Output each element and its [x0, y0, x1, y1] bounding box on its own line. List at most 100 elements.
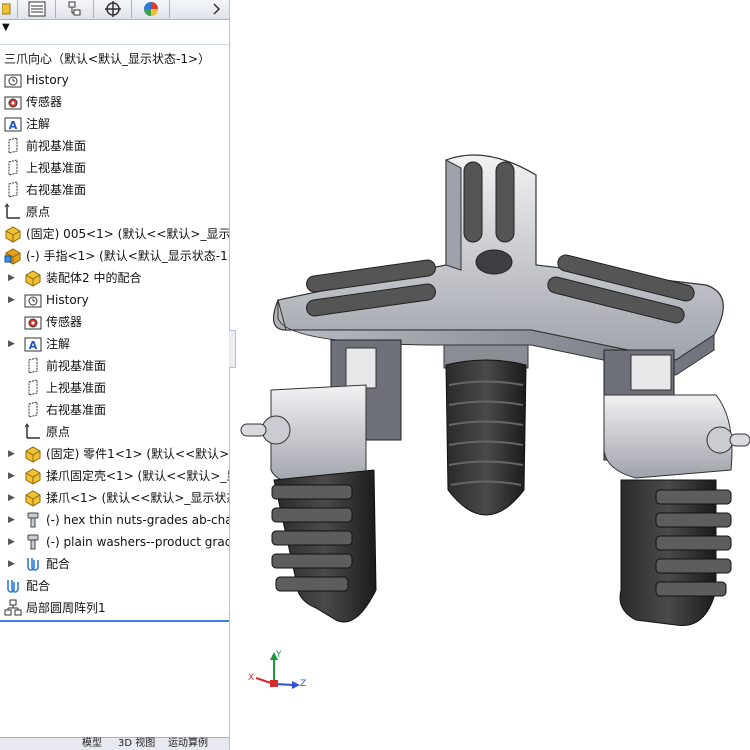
tree-child-annotations[interactable]: ▶ A 注解	[8, 334, 70, 354]
tree-child-right-plane[interactable]: 右视基准面	[8, 400, 106, 420]
tree-insert-bar	[0, 620, 229, 622]
tree-node-label: 揉爪<1> (默认<<默认>_显示状态	[46, 491, 230, 505]
history-folder-icon	[4, 74, 22, 88]
sensor-folder-icon	[24, 316, 42, 330]
manager-toolbar	[0, 0, 229, 20]
tab-dimxpert-manager[interactable]	[94, 0, 132, 18]
part-icon	[25, 490, 41, 507]
tree-node-label: 传感器	[26, 95, 63, 109]
tree-node-label: 注解	[26, 117, 51, 131]
plane-icon	[28, 379, 38, 396]
tree-node-annotations[interactable]: A 注解	[4, 114, 50, 134]
part-icon	[5, 226, 21, 243]
plane-icon	[8, 137, 18, 154]
tree-node-mates[interactable]: 配合	[4, 576, 50, 596]
tab-feature-manager[interactable]	[0, 0, 18, 18]
tree-child-washer[interactable]: ▶ (-) plain washers--product grac	[8, 532, 229, 552]
bolt-icon	[27, 512, 39, 528]
tree-node-label: 原点	[46, 425, 71, 439]
tree-node-top-plane[interactable]: 上视基准面	[4, 158, 86, 178]
tab-configuration-manager[interactable]	[56, 0, 94, 18]
tree-child-sensors[interactable]: 传感器	[8, 312, 82, 332]
filter-bar[interactable]: ▼	[0, 20, 229, 45]
expand-arrow-icon[interactable]: ▶	[8, 537, 16, 547]
expand-arrow-icon[interactable]: ▶	[8, 273, 16, 283]
tree-node-label: 揉爪固定壳<1> (默认<<默认>_显	[46, 469, 230, 483]
sensor-folder-icon	[4, 96, 22, 110]
tree-child-history[interactable]: ▶ History	[8, 290, 89, 310]
assembly-icon	[4, 248, 21, 265]
annotation-folder-icon: A	[24, 337, 42, 352]
tree-child-mates-in-assembly[interactable]: ▶ 装配体2 中的配合	[8, 268, 141, 288]
expand-arrow-icon[interactable]: ▶	[8, 339, 16, 349]
feature-manager-icon	[2, 3, 11, 15]
plane-icon	[8, 181, 18, 198]
tree-child-top-plane[interactable]: 上视基准面	[8, 378, 106, 398]
tree-child-jaw[interactable]: ▶ 揉爪<1> (默认<<默认>_显示状态	[8, 488, 230, 508]
mates-icon	[27, 558, 39, 571]
tab-3d-view[interactable]: 3D 视图	[118, 738, 155, 750]
tree-node-front-plane[interactable]: 前视基准面	[4, 136, 86, 156]
origin-icon	[24, 423, 40, 439]
tree-node-label: 右视基准面	[46, 403, 107, 417]
pattern-icon	[4, 599, 22, 616]
tree-node-origin[interactable]: 原点	[4, 202, 50, 222]
orientation-triad: Y X Z	[248, 650, 306, 689]
display-manager-icon	[144, 2, 158, 16]
center-rubber-finger	[443, 317, 529, 516]
plane-icon	[28, 357, 38, 374]
tree-node-sensors[interactable]: 传感器	[4, 92, 62, 112]
tab-property-manager[interactable]	[18, 0, 56, 18]
tree-child-part1[interactable]: ▶ (固定) 零件1<1> (默认<<默认>_显	[8, 444, 229, 464]
expand-arrow-icon[interactable]: ▶	[8, 515, 16, 525]
panel-splitter-handle[interactable]	[229, 330, 236, 368]
mates-folder-icon	[25, 270, 41, 287]
filter-icon[interactable]: ▼	[2, 22, 10, 33]
three-jaw-gripper-model	[240, 154, 750, 627]
tree-node-label: (-) hex thin nuts-grades ab-cha	[46, 513, 230, 527]
tree-child-origin[interactable]: 原点	[8, 422, 70, 442]
expand-arrow-placeholder	[8, 427, 16, 437]
tree-node-part-005[interactable]: (固定) 005<1> (默认<<默认>_显示状	[4, 224, 230, 244]
property-list-icon	[28, 1, 46, 17]
tab-model[interactable]: 模型	[82, 738, 102, 750]
origin-icon	[4, 203, 20, 219]
tree-node-label: 前视基准面	[26, 139, 87, 153]
tree-node-label: 原点	[26, 205, 51, 219]
mates-icon	[7, 580, 19, 593]
tree-node-label: (固定) 005<1> (默认<<默认>_显示状	[26, 227, 230, 241]
tree-root-title[interactable]: 三爪向心（默认<默认_显示状态-1>）	[4, 50, 210, 67]
tree-child-hex-nut[interactable]: ▶ (-) hex thin nuts-grades ab-cha	[8, 510, 230, 530]
expand-arrow-placeholder	[8, 383, 16, 393]
tree-node-right-plane[interactable]: 右视基准面	[4, 180, 86, 200]
tree-child-mates[interactable]: ▶ 配合	[8, 554, 70, 574]
left-jaw-assembly	[240, 339, 402, 623]
expand-arrow-icon[interactable]: ▶	[8, 295, 16, 305]
expand-arrow-icon[interactable]: ▶	[8, 559, 16, 569]
tree-node-circular-pattern[interactable]: 局部圆周阵列1	[4, 598, 106, 618]
expand-arrow-icon[interactable]: ▶	[8, 493, 16, 503]
graphics-viewport[interactable]: Y X Z	[236, 0, 750, 750]
tree-child-jaw-housing[interactable]: ▶ 揉爪固定壳<1> (默认<<默认>_显	[8, 466, 230, 486]
tree-node-label: 右视基准面	[26, 183, 87, 197]
expand-arrow-icon[interactable]: ▶	[8, 471, 16, 481]
triad-z-label: Z	[300, 679, 306, 689]
tab-motion-study[interactable]: 运动算例	[168, 738, 208, 750]
tree-node-label: History	[46, 293, 89, 307]
toolbar-overflow-button[interactable]	[204, 0, 229, 18]
expand-arrow-placeholder	[8, 405, 16, 415]
tree-node-label: 前视基准面	[46, 359, 107, 373]
tree-child-front-plane[interactable]: 前视基准面	[8, 356, 106, 376]
feature-manager-panel: ▼ 三爪向心（默认<默认_显示状态-1>） History 传感器 A 注解 前…	[0, 0, 230, 750]
tree-node-label: History	[26, 73, 69, 87]
crosshair-icon	[105, 1, 121, 17]
expand-arrow-icon[interactable]: ▶	[8, 449, 16, 459]
bottom-tab-bar: 模型 3D 视图 运动算例	[0, 737, 229, 750]
tree-node-history[interactable]: History	[4, 70, 69, 90]
tab-display-manager[interactable]	[132, 0, 170, 18]
right-jaw-assembly	[603, 349, 750, 627]
tree-node-finger-assembly[interactable]: (-) 手指<1> (默认<默认_显示状态-1>	[4, 246, 229, 266]
part-icon	[25, 446, 41, 463]
svg-text:A: A	[29, 339, 38, 352]
triad-x-label: X	[248, 673, 254, 683]
